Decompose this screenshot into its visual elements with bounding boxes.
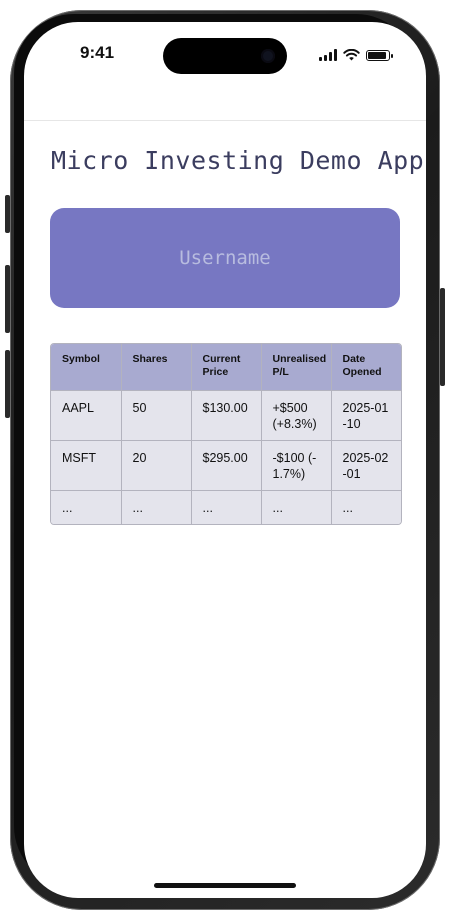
status-icons (319, 48, 393, 62)
cell-symbol: ... (51, 490, 122, 524)
camera-icon (261, 49, 275, 63)
power-button (440, 288, 445, 386)
cell-symbol: AAPL (51, 390, 122, 441)
cell-unrealised-pl: +$500 (+8.3%) (261, 390, 332, 441)
volume-down-button (5, 350, 10, 418)
dynamic-island (163, 38, 287, 74)
silent-switch (5, 195, 10, 233)
cell-unrealised-pl: -$100 (-1.7%) (261, 440, 332, 491)
header-current-price: Current Price (191, 344, 262, 391)
cell-current-price: $295.00 (191, 440, 262, 491)
username-field[interactable]: Username (50, 208, 400, 308)
cell-symbol: MSFT (51, 440, 122, 491)
table-row: AAPL 50 $130.00 +$500 (+8.3%) 2025-01-10 (51, 390, 401, 441)
header-divider (24, 120, 426, 121)
cell-unrealised-pl: ... (261, 490, 332, 524)
table-header-row: Symbol Shares Current Price Unrealised P… (51, 344, 401, 391)
status-bar: 9:41 (24, 22, 426, 92)
cellular-signal-icon (319, 49, 337, 61)
volume-up-button (5, 265, 10, 333)
battery-icon (366, 49, 393, 61)
app-title: Micro Investing Demo App (51, 146, 425, 175)
table-row: MSFT 20 $295.00 -$100 (-1.7%) 2025-02-01 (51, 440, 401, 491)
status-time: 9:41 (80, 43, 115, 62)
cell-shares: ... (121, 490, 192, 524)
wifi-icon (343, 49, 360, 61)
cell-shares: 20 (121, 440, 192, 491)
header-shares: Shares (121, 344, 192, 391)
cell-current-price: ... (191, 490, 262, 524)
cell-date-opened: 2025-01-10 (331, 390, 401, 441)
header-date-opened: Date Opened (331, 344, 401, 391)
table-row: ... ... ... ... ... (51, 490, 401, 524)
home-indicator[interactable] (154, 883, 296, 888)
header-symbol: Symbol (51, 344, 122, 391)
positions-table: Symbol Shares Current Price Unrealised P… (50, 343, 402, 525)
header-unrealised-pl: Unrealised P/L (261, 344, 332, 391)
cell-shares: 50 (121, 390, 192, 441)
cell-current-price: $130.00 (191, 390, 262, 441)
cell-date-opened: ... (331, 490, 401, 524)
cell-date-opened: 2025-02-01 (331, 440, 401, 491)
screen: 9:41 Micro Investing Demo App Username S… (24, 22, 426, 898)
